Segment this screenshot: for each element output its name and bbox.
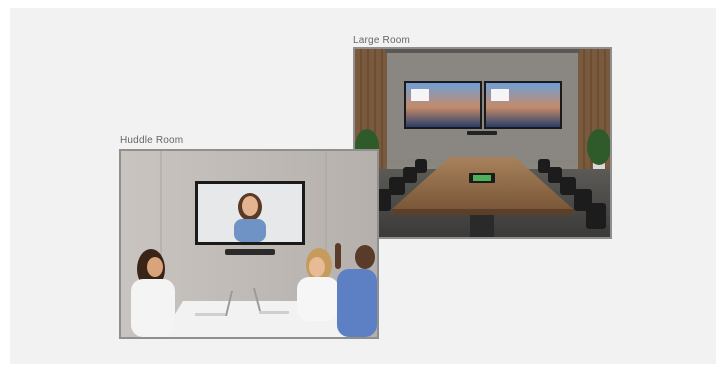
huddle-meeting-illustration [121,151,377,337]
huddle-room-image [119,149,379,339]
large-room-label: Large Room [353,35,411,46]
large-room-image [353,47,612,239]
content-canvas: Large Room Huddle Room [10,8,716,364]
conference-room-illustration [355,49,610,237]
huddle-room-label: Huddle Room [120,135,184,146]
